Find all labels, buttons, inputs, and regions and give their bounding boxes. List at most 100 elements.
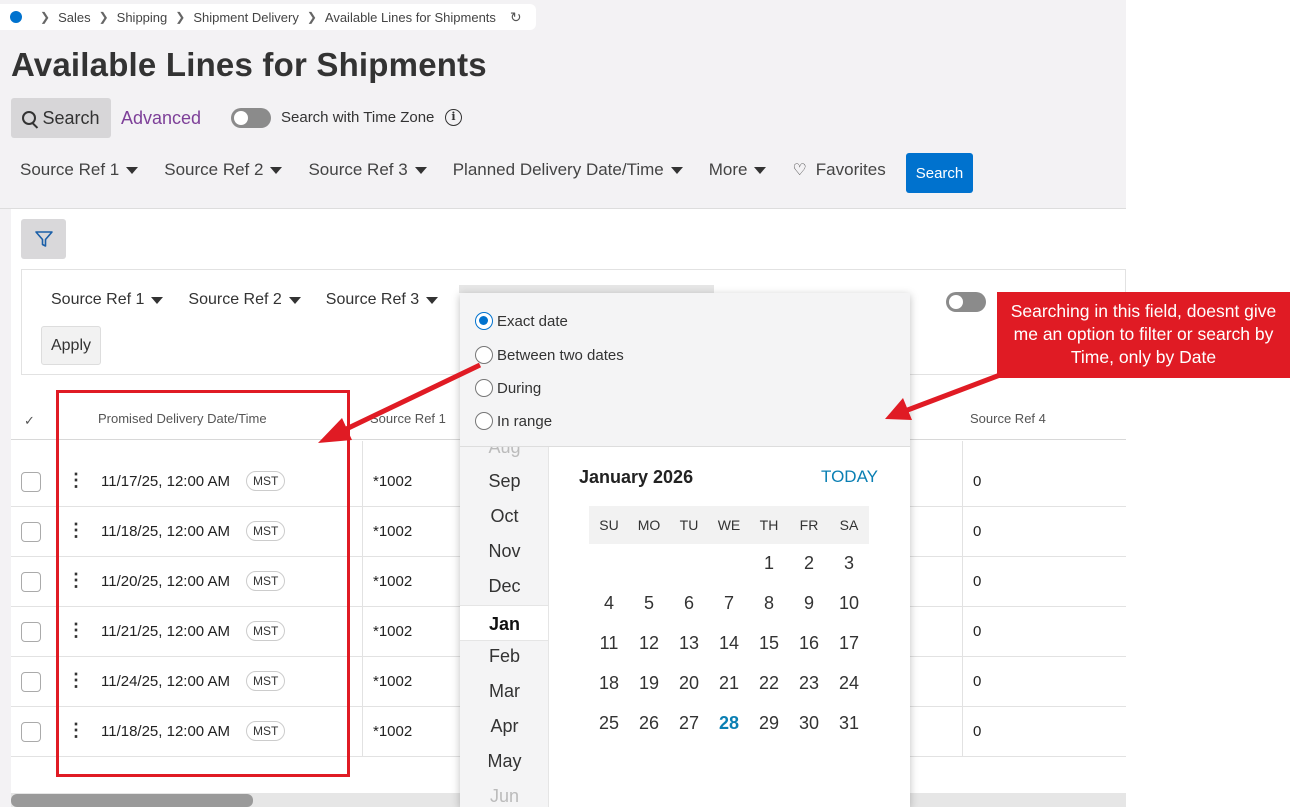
- calendar-day[interactable]: 20: [669, 673, 709, 694]
- month-option[interactable]: Feb: [460, 646, 548, 667]
- calendar-day[interactable]: 27: [669, 713, 709, 734]
- home-icon[interactable]: [10, 11, 22, 23]
- refresh-icon[interactable]: ↻: [510, 9, 522, 26]
- calendar-day[interactable]: 25: [589, 713, 629, 734]
- row-checkbox[interactable]: [21, 472, 41, 492]
- row-checkbox[interactable]: [21, 722, 41, 742]
- calendar-day[interactable]: 1: [749, 553, 789, 574]
- chevron-right-icon: ❯: [175, 10, 186, 24]
- calendar-day[interactable]: 14: [709, 633, 749, 654]
- timezone-toggle[interactable]: [231, 108, 271, 128]
- option-in-range[interactable]: In range: [475, 412, 552, 430]
- calendar-day[interactable]: 2: [789, 553, 829, 574]
- month-option[interactable]: Oct: [460, 506, 548, 527]
- calendar-day[interactable]: 21: [709, 673, 749, 694]
- filter-more[interactable]: More: [709, 160, 767, 180]
- filter-label: Planned Delivery Date/Time: [452, 160, 664, 179]
- weekday-label: SA: [839, 517, 859, 533]
- adv-filter-source-ref-1[interactable]: Source Ref 1: [51, 291, 164, 309]
- apply-button[interactable]: Apply: [41, 326, 101, 365]
- calendar-day[interactable]: 30: [789, 713, 829, 734]
- adv-filter-source-ref-3[interactable]: Source Ref 3: [325, 291, 439, 309]
- search-mode-button[interactable]: Search: [11, 98, 111, 138]
- option-during[interactable]: During: [475, 379, 541, 397]
- row-checkbox[interactable]: [21, 672, 41, 692]
- month-option[interactable]: Nov: [460, 541, 548, 562]
- filter-source-ref-1[interactable]: Source Ref 1: [20, 160, 139, 180]
- calendar-day[interactable]: 9: [789, 593, 829, 614]
- annotation-highlight-box: [56, 390, 350, 777]
- adv-filter-source-ref-2[interactable]: Source Ref 2: [188, 291, 301, 309]
- source-ref-4-cell: 0: [973, 673, 982, 690]
- search-button[interactable]: Search: [906, 153, 973, 193]
- select-all-checkbox[interactable]: ✓: [24, 413, 35, 429]
- calendar-day[interactable]: 8: [749, 593, 789, 614]
- calendar-day[interactable]: 4: [589, 593, 629, 614]
- caret-down-icon: [270, 166, 283, 174]
- option-exact-date[interactable]: Exact date: [475, 312, 568, 330]
- col-source-ref-4[interactable]: Source Ref 4: [970, 411, 1046, 426]
- column-divider: [362, 441, 363, 757]
- row-checkbox[interactable]: [21, 622, 41, 642]
- source-ref-1-cell: *1002: [373, 473, 413, 490]
- month-option[interactable]: Apr: [460, 716, 548, 737]
- page-margin: [1126, 0, 1292, 807]
- breadcrumb-sales[interactable]: Sales: [58, 10, 91, 25]
- calendar-day[interactable]: 26: [629, 713, 669, 734]
- month-option[interactable]: Jun: [460, 786, 548, 807]
- caret-down-icon: [754, 166, 767, 174]
- calendar-day[interactable]: 23: [789, 673, 829, 694]
- option-between-two-dates[interactable]: Between two dates: [475, 346, 624, 364]
- month-option[interactable]: Jan: [460, 605, 548, 641]
- filter-source-ref-2[interactable]: Source Ref 2: [164, 160, 283, 180]
- calendar-day[interactable]: 15: [749, 633, 789, 654]
- calendar-day[interactable]: 12: [629, 633, 669, 654]
- option-label: During: [497, 379, 542, 397]
- calendar-day[interactable]: 24: [829, 673, 869, 694]
- row-checkbox[interactable]: [21, 572, 41, 592]
- weekday-label: SU: [599, 517, 619, 533]
- search-icon: [22, 111, 37, 125]
- month-option[interactable]: Dec: [460, 576, 548, 597]
- calendar-day[interactable]: 16: [789, 633, 829, 654]
- month-scroller[interactable]: Aug Sep Oct Nov Dec Jan Feb Mar Apr May Jun: [460, 447, 549, 807]
- calendar-day[interactable]: 11: [589, 633, 629, 654]
- month-option[interactable]: May: [460, 751, 548, 772]
- col-source-ref-1[interactable]: Source Ref 1: [370, 411, 446, 426]
- calendar-day[interactable]: 31: [829, 713, 869, 734]
- calendar-day[interactable]: 29: [749, 713, 789, 734]
- chevron-right-icon: ❯: [306, 10, 317, 24]
- calendar-day[interactable]: 13: [669, 633, 709, 654]
- calendar-day[interactable]: 19: [629, 673, 669, 694]
- breadcrumb-shipment-delivery[interactable]: Shipment Delivery: [193, 10, 299, 25]
- option-label: In range: [497, 412, 553, 430]
- calendar-day[interactable]: 22: [749, 673, 789, 694]
- calendar-day[interactable]: 5: [629, 593, 669, 614]
- calendar-day[interactable]: 28: [709, 713, 749, 734]
- month-option[interactable]: Sep: [460, 471, 548, 492]
- month-option[interactable]: Mar: [460, 681, 548, 702]
- favorites-button[interactable]: ♡ Favorites: [792, 160, 885, 180]
- calendar-day[interactable]: 10: [829, 593, 869, 614]
- advanced-toggle[interactable]: [946, 292, 986, 312]
- source-ref-1-cell: *1002: [373, 673, 413, 690]
- filter-source-ref-3[interactable]: Source Ref 3: [308, 160, 427, 180]
- filter-planned-delivery[interactable]: Planned Delivery Date/Time: [453, 160, 683, 180]
- row-checkbox[interactable]: [21, 522, 41, 542]
- calendar-day[interactable]: 3: [829, 553, 869, 574]
- calendar-day[interactable]: 17: [829, 633, 869, 654]
- calendar-day[interactable]: 6: [669, 593, 709, 614]
- info-icon[interactable]: i: [445, 109, 462, 126]
- breadcrumb-shipping[interactable]: Shipping: [117, 10, 168, 25]
- filter-toggle-button[interactable]: [21, 219, 66, 259]
- calendar-day[interactable]: 18: [589, 673, 629, 694]
- calendar-day[interactable]: 7: [709, 593, 749, 614]
- advanced-link[interactable]: Advanced: [121, 108, 201, 129]
- horizontal-scroll-thumb[interactable]: [11, 794, 253, 807]
- radio-icon: [475, 379, 493, 397]
- filter-label: Source Ref 3: [325, 291, 420, 308]
- heart-icon: ♡: [792, 162, 807, 179]
- column-divider: [962, 441, 963, 757]
- month-option[interactable]: Aug: [460, 447, 548, 458]
- today-button[interactable]: TODAY: [821, 467, 878, 487]
